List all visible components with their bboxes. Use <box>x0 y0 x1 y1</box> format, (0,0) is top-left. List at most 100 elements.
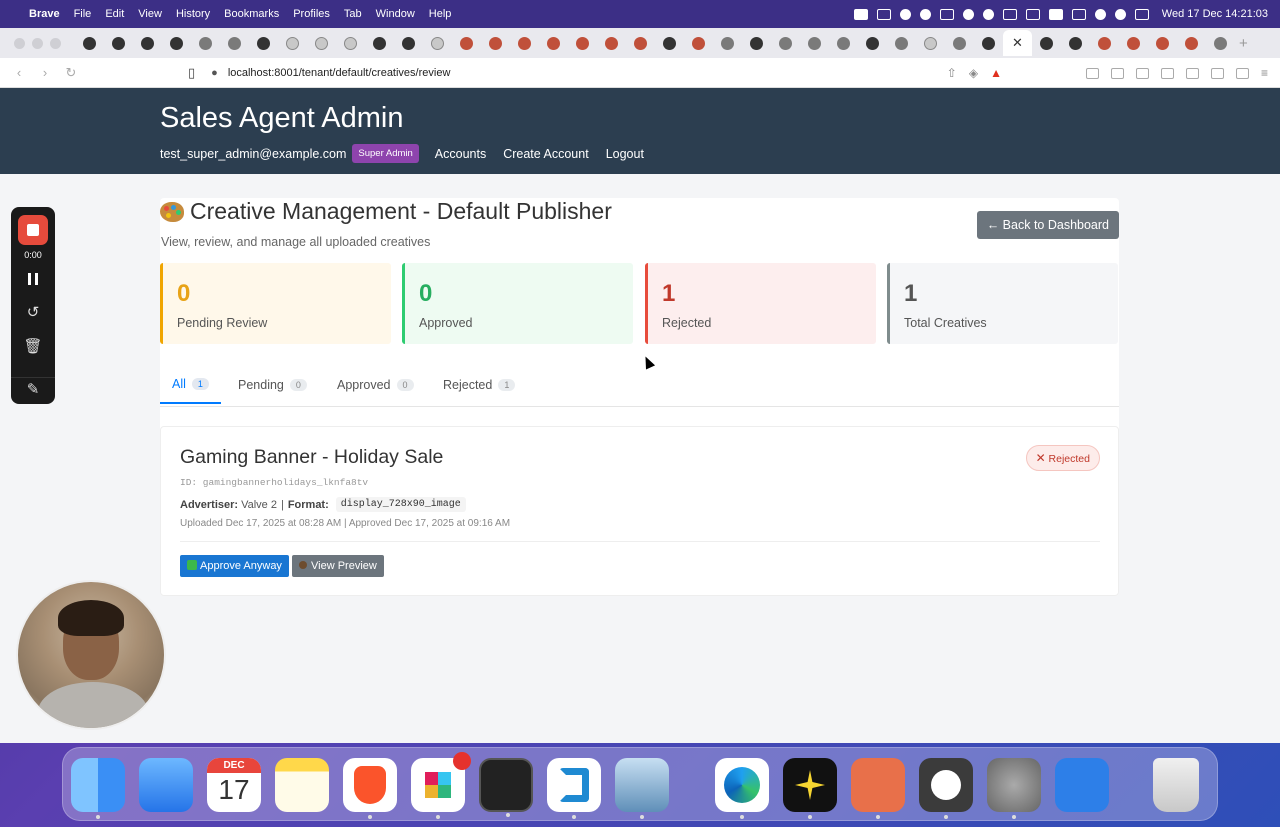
browser-tab[interactable] <box>597 30 626 56</box>
extension-icon[interactable] <box>1110 67 1124 79</box>
browser-tab[interactable] <box>684 30 713 56</box>
control-center-icon[interactable] <box>1134 8 1149 20</box>
menu-tab[interactable]: Tab <box>337 8 369 20</box>
menu-help[interactable]: Help <box>422 8 459 20</box>
browser-tab[interactable] <box>278 30 307 56</box>
browser-tab[interactable] <box>104 30 133 56</box>
browser-tab[interactable] <box>423 30 452 56</box>
tab-pending[interactable]: Pending 0 <box>238 366 307 404</box>
tab-rejected[interactable]: Rejected 1 <box>443 366 516 404</box>
menu-bookmarks[interactable]: Bookmarks <box>217 8 286 20</box>
browser-tab[interactable] <box>1177 30 1206 56</box>
cloud-icon[interactable] <box>1002 8 1017 20</box>
extension-icon[interactable] <box>1085 67 1099 79</box>
browser-tab[interactable] <box>307 30 336 56</box>
browser-tab[interactable] <box>655 30 684 56</box>
wallet-icon[interactable] <box>1185 67 1199 79</box>
vscode-icon[interactable] <box>547 758 601 819</box>
browser-tab[interactable] <box>365 30 394 56</box>
webcam-bubble[interactable] <box>16 580 166 730</box>
pgadmin-elephant-icon[interactable] <box>615 758 669 819</box>
url-field[interactable]: localhost:8001/tenant/default/creatives/… <box>228 67 451 79</box>
tab-all[interactable]: All 1 <box>160 366 221 404</box>
menu-window[interactable]: Window <box>369 8 422 20</box>
browser-tab[interactable] <box>1206 30 1235 56</box>
nav-logout[interactable]: Logout <box>606 147 644 161</box>
nav-create-account[interactable]: Create Account <box>503 147 588 161</box>
close-tab-icon[interactable]: ✕ <box>1012 35 1023 51</box>
browser-tab[interactable] <box>713 30 742 56</box>
forward-arrow-icon[interactable]: › <box>38 65 52 80</box>
vpn-icon[interactable] <box>1235 67 1249 79</box>
sync-icon[interactable] <box>919 8 931 20</box>
browser-tab[interactable] <box>771 30 800 56</box>
finder-icon[interactable] <box>71 758 125 819</box>
browser-tab[interactable] <box>452 30 481 56</box>
brave-browser-icon[interactable] <box>343 758 397 819</box>
nav-accounts[interactable]: Accounts <box>435 147 486 161</box>
search-icon[interactable] <box>1114 8 1126 20</box>
minimize-window-button[interactable] <box>32 37 43 49</box>
view-preview-button[interactable]: View Preview <box>292 555 384 577</box>
claude-icon[interactable] <box>851 758 905 819</box>
menu-icon[interactable]: ≡ <box>1261 66 1268 80</box>
extension-icon[interactable] <box>1135 67 1149 79</box>
browser-tab[interactable] <box>191 30 220 56</box>
browser-tab[interactable] <box>1061 30 1090 56</box>
app-status-icon[interactable] <box>939 8 954 20</box>
spark-icon[interactable] <box>783 758 837 819</box>
mail-icon[interactable] <box>139 758 193 812</box>
reload-icon[interactable]: ↻ <box>64 65 78 81</box>
brave-shield-icon[interactable]: ◈ <box>969 66 978 80</box>
zoom-window-button[interactable] <box>50 37 61 49</box>
settings-status-icon[interactable] <box>962 8 974 20</box>
screen-record-icon[interactable] <box>853 8 868 20</box>
browser-tab[interactable] <box>510 30 539 56</box>
browser-tab[interactable] <box>742 30 771 56</box>
browser-tab[interactable] <box>133 30 162 56</box>
back-to-dashboard-button[interactable]: ← Back to Dashboard <box>976 211 1119 239</box>
close-window-button[interactable] <box>14 37 25 49</box>
menu-file[interactable]: File <box>67 8 99 20</box>
display-icon[interactable] <box>876 8 891 20</box>
browser-tab[interactable] <box>800 30 829 56</box>
browser-tab[interactable] <box>75 30 104 56</box>
extensions-puzzle-icon[interactable] <box>1210 67 1224 79</box>
share-icon[interactable]: ⇧ <box>947 66 957 80</box>
browser-tab[interactable] <box>220 30 249 56</box>
brave-rewards-icon[interactable]: ▲ <box>990 66 1002 80</box>
browser-tab[interactable] <box>394 30 423 56</box>
bookmark-icon[interactable]: ▯ <box>188 65 195 81</box>
browser-tab[interactable] <box>481 30 510 56</box>
battery-icon[interactable] <box>1071 8 1086 20</box>
menu-profiles[interactable]: Profiles <box>286 8 337 20</box>
edge-icon[interactable] <box>715 758 769 819</box>
wifi-icon[interactable] <box>1094 8 1106 20</box>
browser-tab[interactable] <box>916 30 945 56</box>
slack-icon[interactable] <box>411 752 471 819</box>
browser-tab[interactable] <box>1148 30 1177 56</box>
site-info-icon[interactable]: ● <box>211 67 218 79</box>
browser-tab[interactable] <box>945 30 974 56</box>
tab-approved[interactable]: Approved 0 <box>337 366 414 404</box>
menu-edit[interactable]: Edit <box>98 8 131 20</box>
stop-recording-button[interactable] <box>18 215 48 245</box>
browser-tab[interactable] <box>829 30 858 56</box>
restart-icon[interactable]: ↺ <box>11 303 55 321</box>
browser-tab[interactable] <box>249 30 278 56</box>
keyboard-input-icon[interactable] <box>1048 8 1063 20</box>
menu-app-name[interactable]: Brave <box>22 8 67 20</box>
back-arrow-icon[interactable]: ‹ <box>12 65 26 80</box>
menu-view[interactable]: View <box>131 8 169 20</box>
terminal-icon[interactable] <box>479 758 533 817</box>
browser-tab[interactable] <box>974 30 1003 56</box>
draw-pen-icon[interactable]: ✎ <box>11 377 55 398</box>
trash-icon[interactable]: 🗑 <box>11 337 55 355</box>
menu-history[interactable]: History <box>169 8 217 20</box>
browser-tab[interactable] <box>539 30 568 56</box>
telegram-icon[interactable] <box>919 758 973 819</box>
pause-icon[interactable] <box>28 273 38 285</box>
browser-tab[interactable] <box>1090 30 1119 56</box>
browser-tab[interactable] <box>887 30 916 56</box>
telegram-status-icon[interactable] <box>899 8 911 20</box>
